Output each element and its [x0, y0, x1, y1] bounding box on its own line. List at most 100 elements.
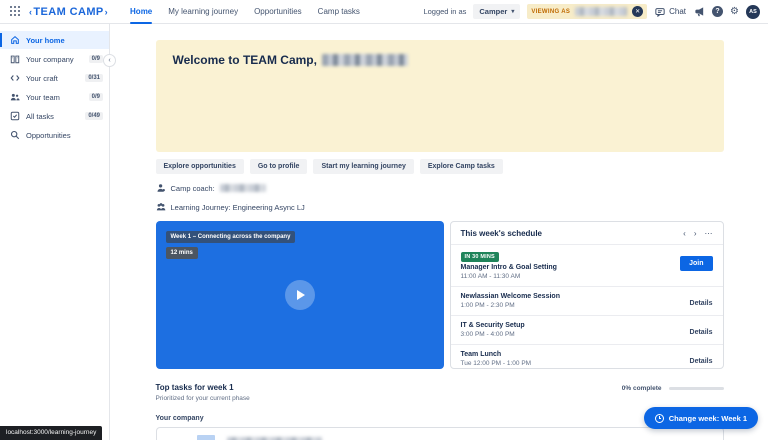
schedule-event-row: Newlassian Welcome Session 1:00 PM - 2:3…: [451, 287, 723, 316]
progress-label: 0% complete: [622, 385, 662, 392]
settings-gear-icon[interactable]: ⚙: [730, 7, 739, 17]
schedule-header: This week's schedule ‹ › ⋯: [451, 222, 723, 245]
sidebar-item-your-craft[interactable]: Your craft 0/31: [0, 69, 109, 87]
event-title: Newlassian Welcome Session: [461, 293, 560, 300]
search-icon: [10, 130, 20, 140]
details-link[interactable]: Details: [690, 329, 713, 336]
event-time: 11:00 AM - 11:30 AM: [461, 273, 557, 280]
progress-badge: 0/49: [85, 112, 103, 120]
sidebar-collapse-button[interactable]: ‹: [103, 54, 116, 67]
learning-journey-row: Learning Journey: Engineering Async LJ: [156, 202, 724, 212]
chat-icon: [654, 6, 666, 18]
progress-badge: 0/9: [89, 93, 103, 101]
tab-camp-tasks[interactable]: Camp tasks: [310, 0, 368, 24]
tab-opportunities[interactable]: Opportunities: [246, 0, 310, 24]
play-button[interactable]: [285, 280, 315, 310]
task-thumbnail: [197, 435, 215, 440]
event-info: Team Lunch Tue 12:00 PM - 1:00 PM: [461, 351, 532, 367]
logged-in-as-label: Logged in as: [423, 7, 466, 16]
question-mark-icon: ?: [715, 8, 719, 15]
join-button[interactable]: Join: [680, 256, 712, 271]
help-button[interactable]: ?: [712, 6, 723, 17]
group-icon: [156, 202, 166, 212]
details-link[interactable]: Details: [690, 358, 713, 365]
camp-coach-label: Camp coach:: [171, 184, 215, 193]
top-tasks-titles: Top tasks for week 1 Prioritized for you…: [156, 383, 250, 402]
sidebar-item-label: All tasks: [26, 112, 54, 121]
welcome-title: Welcome to TEAM Camp,: [173, 53, 707, 67]
logo-right-chevron-icon: ›: [105, 7, 108, 17]
company-icon: [10, 54, 20, 64]
prev-week-icon[interactable]: ‹: [683, 229, 686, 238]
go-to-profile-button[interactable]: Go to profile: [250, 159, 308, 174]
user-avatar[interactable]: AS: [746, 5, 760, 19]
start-learning-journey-button[interactable]: Start my learning journey: [313, 159, 413, 174]
event-action: Join: [680, 252, 712, 271]
role-selector-value: Camper: [479, 7, 507, 16]
code-icon: [10, 73, 20, 83]
close-viewing-as-button[interactable]: ✕: [632, 6, 643, 17]
sidebar-item-opportunities[interactable]: Opportunities: [0, 126, 109, 144]
header-right: Logged in as Camper ▾ VIEWING AS ✕: [423, 4, 760, 19]
app-switcher-icon[interactable]: [10, 6, 21, 17]
top-tasks-header: Top tasks for week 1 Prioritized for you…: [156, 383, 724, 402]
progress-bar: [669, 387, 724, 390]
chat-button[interactable]: Chat: [654, 6, 686, 18]
sidebar-item-your-team[interactable]: Your team 0/9: [0, 88, 109, 106]
weekly-schedule-card: This week's schedule ‹ › ⋯ IN 30 MINS Ma…: [450, 221, 724, 369]
event-action: Details: [690, 321, 713, 339]
task-card-partial[interactable]: [156, 427, 724, 440]
sidebar-item-label: Your team: [26, 93, 60, 102]
checkbox-icon: [10, 111, 20, 121]
redacted-viewed-user-name: [575, 7, 627, 16]
announcements-megaphone-icon[interactable]: [693, 6, 705, 18]
page: ‹ TEAM CAMP › Home My learning journey O…: [0, 0, 768, 440]
event-countdown-badge: IN 30 MINS: [461, 252, 499, 262]
play-icon: [297, 290, 305, 300]
week-video-player[interactable]: Week 1 – Connecting across the company 1…: [156, 221, 444, 369]
sidebar-item-your-home[interactable]: Your home: [0, 31, 109, 49]
schedule-event-row: IN 30 MINS Manager Intro & Goal Setting …: [451, 245, 723, 287]
sidebar-item-label: Your craft: [26, 74, 58, 83]
event-time: 1:00 PM - 2:30 PM: [461, 302, 560, 309]
sidebar-item-your-company[interactable]: Your company 0/9: [0, 50, 109, 68]
event-title: Manager Intro & Goal Setting: [461, 264, 557, 271]
video-duration-badge: 12 mins: [166, 247, 198, 259]
camp-coach-row: Camp coach:: [156, 183, 724, 193]
schedule-title: This week's schedule: [461, 229, 543, 238]
browser-status-url: localhost:3000/learning-journey: [0, 426, 102, 440]
top-tasks-title: Top tasks for week 1: [156, 383, 250, 392]
tab-my-learning-journey[interactable]: My learning journey: [160, 0, 246, 24]
app-logo[interactable]: ‹ TEAM CAMP ›: [29, 6, 108, 18]
viewing-as-label: VIEWING AS: [531, 9, 570, 15]
viewing-as-badge: VIEWING AS ✕: [527, 4, 647, 19]
event-info: Newlassian Welcome Session 1:00 PM - 2:3…: [461, 293, 560, 309]
sidebar-item-all-tasks[interactable]: All tasks 0/49: [0, 107, 109, 125]
change-week-button[interactable]: Change week: Week 1: [644, 407, 758, 429]
more-options-icon[interactable]: ⋯: [705, 229, 713, 238]
schedule-event-row: IT & Security Setup 3:00 PM - 4:00 PM De…: [451, 316, 723, 345]
event-time: 3:00 PM - 4:00 PM: [461, 331, 525, 338]
learning-journey-label: Learning Journey: Engineering Async LJ: [171, 203, 305, 212]
progress-badge: 0/31: [85, 74, 103, 82]
left-sidebar: Your home Your company 0/9 Your craft 0/…: [0, 24, 110, 440]
role-selector[interactable]: Camper ▾: [473, 4, 520, 19]
next-week-icon[interactable]: ›: [694, 229, 697, 238]
redacted-coach-name: [220, 184, 266, 192]
schedule-controls: ‹ › ⋯: [683, 229, 712, 238]
top-nav: Home My learning journey Opportunities C…: [122, 0, 368, 24]
event-info: IN 30 MINS Manager Intro & Goal Setting …: [461, 252, 557, 280]
explore-opportunities-button[interactable]: Explore opportunities: [156, 159, 244, 174]
explore-camp-tasks-button[interactable]: Explore Camp tasks: [420, 159, 503, 174]
main-content: Welcome to TEAM Camp, Explore opportunit…: [111, 24, 768, 440]
your-company-section-label: Your company: [156, 415, 724, 422]
schedule-event-row: Team Lunch Tue 12:00 PM - 1:00 PM Detail…: [451, 345, 723, 369]
close-icon: ✕: [635, 8, 640, 15]
top-tasks-subtitle: Prioritized for your current phase: [156, 395, 250, 402]
details-link[interactable]: Details: [690, 300, 713, 307]
change-week-label: Change week: Week 1: [669, 414, 747, 423]
event-time: Tue 12:00 PM - 1:00 PM: [461, 360, 532, 367]
welcome-title-text: Welcome to TEAM Camp,: [173, 53, 317, 67]
tab-home[interactable]: Home: [122, 0, 160, 24]
collapse-chevron-icon: ‹: [108, 57, 110, 64]
